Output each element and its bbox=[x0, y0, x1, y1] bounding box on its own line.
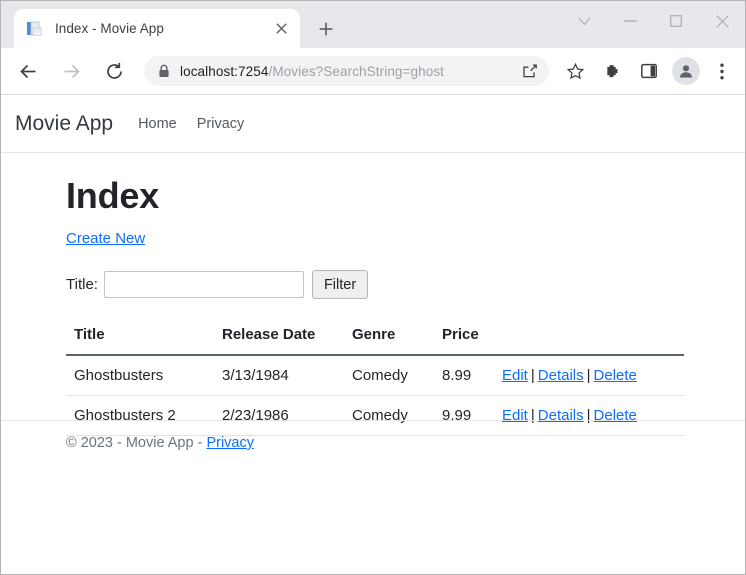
site-navbar: Movie App Home Privacy bbox=[1, 95, 745, 153]
star-icon[interactable] bbox=[560, 56, 590, 86]
maximize-icon[interactable] bbox=[653, 1, 699, 41]
column-header-title: Title bbox=[66, 326, 214, 356]
site-footer: © 2023 - Movie App - Privacy bbox=[1, 420, 745, 451]
close-icon[interactable] bbox=[270, 18, 292, 40]
details-link[interactable]: Details bbox=[538, 367, 584, 384]
cell-actions: Edit | Details | Delete bbox=[494, 355, 684, 396]
column-header-price: Price bbox=[434, 326, 494, 356]
footer-privacy-link[interactable]: Privacy bbox=[206, 435, 254, 451]
cell-release-date: 3/13/1984 bbox=[214, 355, 344, 396]
address-bar[interactable]: localhost:7254/Movies?SearchString=ghost bbox=[144, 56, 549, 86]
share-icon[interactable] bbox=[517, 58, 543, 84]
reload-icon[interactable] bbox=[97, 54, 131, 88]
create-new-row: Create New bbox=[66, 230, 745, 248]
edit-link[interactable]: Edit bbox=[502, 367, 528, 384]
cell-title: Ghostbusters bbox=[66, 355, 214, 396]
create-new-link[interactable]: Create New bbox=[66, 230, 145, 247]
nav-link-home[interactable]: Home bbox=[138, 116, 177, 132]
filter-form: Title: Filter bbox=[66, 270, 745, 299]
delete-link[interactable]: Delete bbox=[594, 367, 637, 384]
url-host: localhost:7254 bbox=[180, 63, 269, 79]
tab-strip: Index - Movie App bbox=[1, 1, 745, 48]
url-text: localhost:7254/Movies?SearchString=ghost bbox=[180, 64, 515, 79]
table-header-row: Title Release Date Genre Price bbox=[66, 326, 684, 356]
puzzle-icon[interactable] bbox=[597, 56, 627, 86]
column-header-actions bbox=[494, 326, 684, 356]
column-header-genre: Genre bbox=[344, 326, 434, 356]
footer-copyright: © 2023 - Movie App - bbox=[66, 435, 207, 451]
forward-icon[interactable] bbox=[54, 54, 88, 88]
browser-tab[interactable]: Index - Movie App bbox=[14, 9, 300, 48]
tab-title: Index - Movie App bbox=[55, 21, 164, 36]
cell-genre: Comedy bbox=[344, 355, 434, 396]
filter-button[interactable]: Filter bbox=[311, 270, 369, 299]
page-viewport: Movie App Home Privacy Index Create New … bbox=[1, 95, 745, 574]
nav-link-privacy[interactable]: Privacy bbox=[197, 116, 245, 132]
document-icon bbox=[26, 20, 44, 38]
page-content: Index Create New Title: Filter Title Rel… bbox=[1, 153, 745, 436]
title-filter-label: Title: bbox=[66, 276, 98, 293]
minimize-icon[interactable] bbox=[607, 1, 653, 41]
cell-price: 8.99 bbox=[434, 355, 494, 396]
search-input[interactable] bbox=[103, 271, 304, 298]
toolbar-right-group bbox=[590, 56, 737, 86]
page-title: Index bbox=[66, 175, 160, 216]
action-separator: | bbox=[586, 367, 591, 384]
browser-window: Index - Movie App localhost:7254/Movies?… bbox=[0, 0, 746, 575]
browser-toolbar: localhost:7254/Movies?SearchString=ghost bbox=[1, 48, 745, 95]
lock-icon[interactable] bbox=[158, 64, 170, 78]
site-brand[interactable]: Movie App bbox=[15, 112, 113, 136]
action-separator: | bbox=[530, 367, 535, 384]
table-row: Ghostbusters 3/13/1984 Comedy 8.99 Edit |… bbox=[66, 355, 684, 396]
side-panel-icon[interactable] bbox=[634, 56, 664, 86]
new-tab-button[interactable] bbox=[312, 15, 340, 43]
column-header-release-date: Release Date bbox=[214, 326, 344, 356]
tab-search-icon[interactable] bbox=[561, 1, 607, 41]
url-path: /Movies?SearchString=ghost bbox=[268, 63, 445, 79]
table-head: Title Release Date Genre Price bbox=[66, 326, 684, 356]
three-dot-menu-icon[interactable] bbox=[707, 56, 737, 86]
window-controls bbox=[561, 1, 745, 41]
back-icon[interactable] bbox=[11, 54, 45, 88]
avatar[interactable] bbox=[672, 57, 700, 85]
close-window-icon[interactable] bbox=[699, 1, 745, 41]
